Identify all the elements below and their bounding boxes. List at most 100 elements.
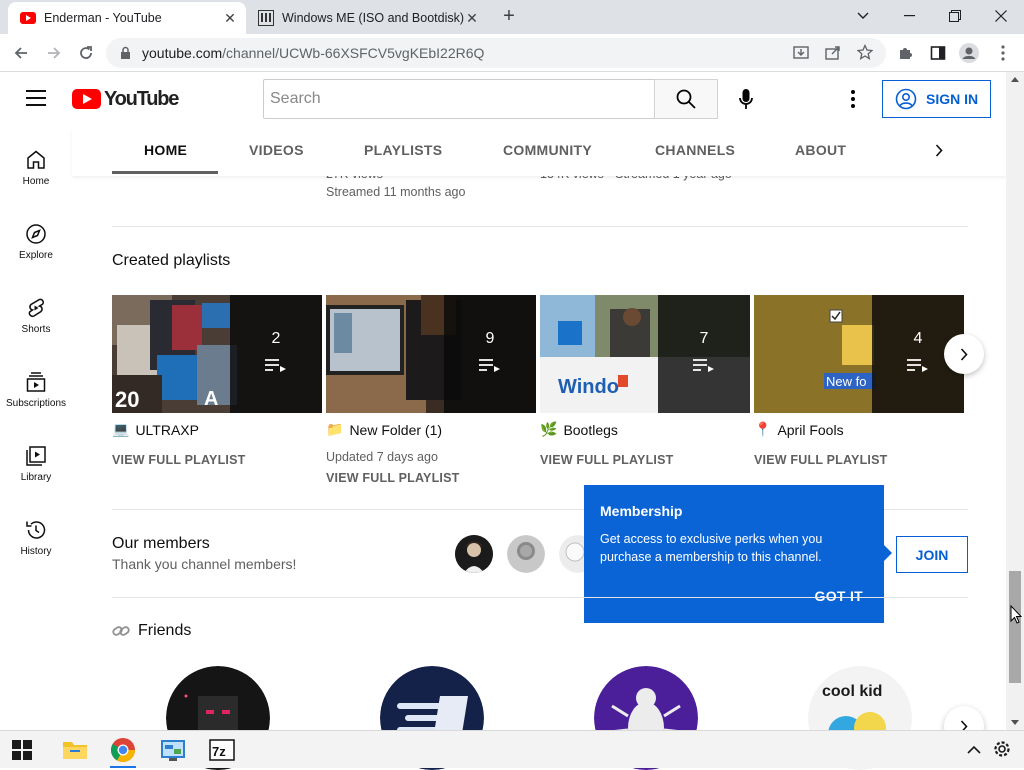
view-full-playlist-link[interactable]: VIEW FULL PLAYLIST (326, 471, 459, 485)
restore-button[interactable] (932, 0, 978, 32)
member-avatar[interactable] (455, 535, 493, 573)
tooltip-arrow (884, 545, 892, 561)
members-subtitle: Thank you channel members! (112, 556, 297, 572)
friends-header[interactable]: Friends (112, 622, 191, 640)
profile-avatar-icon[interactable] (955, 39, 983, 67)
scroll-up-arrow-icon[interactable] (1011, 76, 1019, 82)
microphone-icon (739, 89, 753, 109)
mouse-cursor-icon (1010, 605, 1022, 624)
chrome-icon[interactable] (110, 737, 136, 763)
tab-channels[interactable]: CHANNELS (655, 142, 735, 158)
chevron-right-icon (960, 347, 968, 361)
svg-text:20: 20 (115, 387, 139, 412)
sidebar-item-shorts[interactable]: Shorts (0, 296, 72, 370)
lock-icon[interactable] (120, 46, 131, 65)
youtube-favicon-icon (20, 12, 36, 24)
tab-about[interactable]: ABOUT (795, 142, 846, 158)
scroll-down-arrow-icon[interactable] (1011, 720, 1019, 726)
browser-menu-icon[interactable] (989, 39, 1017, 67)
tab-search-icon[interactable] (840, 0, 886, 32)
address-bar[interactable]: youtube.com/channel/UCWb-66XSFCV5vgKEbI2… (106, 38, 886, 68)
view-full-playlist-link[interactable]: VIEW FULL PLAYLIST (540, 453, 673, 467)
playlist-queue-icon (479, 359, 500, 372)
voice-search-button[interactable] (728, 81, 764, 117)
search-box[interactable] (263, 79, 655, 119)
playlist-thumbnail[interactable]: Windo 7 (540, 295, 750, 413)
svg-text:Windo: Windo (558, 376, 619, 398)
reload-button[interactable] (72, 39, 100, 67)
back-button[interactable] (7, 39, 35, 67)
install-app-icon[interactable] (793, 45, 809, 66)
playlists-next-button[interactable] (944, 334, 984, 374)
svg-text:New fo: New fo (826, 374, 866, 389)
playlist-card: 20 A 2 💻 ULTRAXP VIEW FULL PLAYLIST (112, 295, 322, 467)
windows-taskbar: 7z (0, 730, 1024, 768)
youtube-logo[interactable]: YouTube (72, 87, 179, 110)
browser-tab-youtube[interactable]: Enderman - YouTube ✕ (8, 2, 246, 34)
view-full-playlist-link[interactable]: VIEW FULL PLAYLIST (112, 453, 245, 467)
playlist-title[interactable]: 📍 April Fools (754, 421, 844, 438)
youtube-wordmark: YouTube (104, 87, 179, 110)
tooltip-body: Get access to exclusive perks when you p… (600, 532, 823, 564)
view-full-playlist-link[interactable]: VIEW FULL PLAYLIST (754, 453, 887, 467)
got-it-button[interactable]: GOT IT (815, 588, 863, 604)
tab-videos[interactable]: VIDEOS (249, 142, 304, 158)
forward-button[interactable] (40, 39, 68, 67)
playlist-title[interactable]: 📁 New Folder (1) (326, 421, 442, 438)
extensions-puzzle-icon[interactable] (892, 39, 920, 67)
file-explorer-icon[interactable] (62, 737, 88, 763)
section-divider (112, 226, 968, 227)
friends-title: Friends (138, 622, 192, 639)
section-title-created-playlists[interactable]: Created playlists (112, 252, 230, 270)
tab-playlists[interactable]: PLAYLISTS (364, 142, 442, 158)
tab-community[interactable]: COMMUNITY (503, 142, 592, 158)
search-icon (676, 89, 696, 109)
tab-title: Enderman - YouTube (44, 11, 162, 25)
bookmark-star-icon[interactable] (856, 43, 874, 65)
playlist-title[interactable]: 💻 ULTRAXP (112, 421, 199, 438)
page-scrollbar-thumb[interactable] (1009, 571, 1021, 683)
shorts-icon (28, 298, 44, 318)
side-panel-icon[interactable] (924, 39, 952, 67)
playlist-thumbnail[interactable]: 20 A 2 (112, 295, 322, 413)
minimize-button[interactable] (886, 0, 932, 32)
playlist-video-count: 9 (485, 330, 495, 347)
search-button[interactable] (654, 79, 718, 119)
hamburger-menu-icon[interactable] (26, 90, 46, 106)
section-divider (112, 597, 968, 598)
windows-start-icon[interactable] (12, 740, 32, 760)
share-icon[interactable] (825, 45, 841, 66)
tab-scroll-right-button[interactable] (927, 138, 951, 162)
new-tab-button[interactable]: + (498, 6, 520, 28)
sidebar-item-history[interactable]: History (0, 518, 72, 592)
subscriptions-icon (26, 372, 46, 392)
sidebar-item-label: History (20, 546, 52, 557)
membership-tooltip: Membership Get access to exclusive perks… (584, 485, 892, 623)
close-tab-icon[interactable]: ✕ (222, 10, 238, 26)
settings-more-icon[interactable] (851, 90, 855, 113)
sidebar-item-library[interactable]: Library (0, 444, 72, 518)
show-hidden-icons-chevron-up-icon[interactable] (965, 741, 983, 759)
join-button[interactable]: JOIN (896, 536, 968, 573)
sidebar-item-explore[interactable]: Explore (0, 222, 72, 296)
sidebar-item-subscriptions[interactable]: Subscriptions (0, 370, 72, 444)
search-input[interactable] (264, 80, 654, 118)
7zip-icon[interactable]: 7z (209, 737, 235, 763)
history-icon (26, 521, 46, 539)
playlist-title[interactable]: 🌿 Bootlegs (540, 421, 618, 438)
settings-gear-icon[interactable] (992, 739, 1012, 759)
sidebar-item-label: Shorts (21, 324, 51, 335)
playlist-thumbnail[interactable]: 9 (326, 295, 536, 413)
tab-home[interactable]: HOME (144, 142, 187, 158)
close-window-button[interactable] (978, 0, 1024, 32)
member-avatar[interactable] (507, 535, 545, 573)
close-tab-icon[interactable]: ✕ (464, 10, 480, 26)
playlist-thumbnail[interactable]: New fo 4 (754, 295, 964, 413)
sidebar-item-home[interactable]: Home (0, 148, 72, 222)
computer-emoji-icon: 💻 (112, 421, 130, 437)
sign-in-button[interactable]: SIGN IN (882, 80, 991, 118)
sidebar-item-label: Home (22, 176, 50, 187)
sign-in-label: SIGN IN (926, 91, 979, 107)
browser-tab-windows-me[interactable]: Windows ME (ISO and Bootdisk) ✕ (248, 2, 488, 34)
control-panel-icon[interactable] (160, 737, 186, 763)
